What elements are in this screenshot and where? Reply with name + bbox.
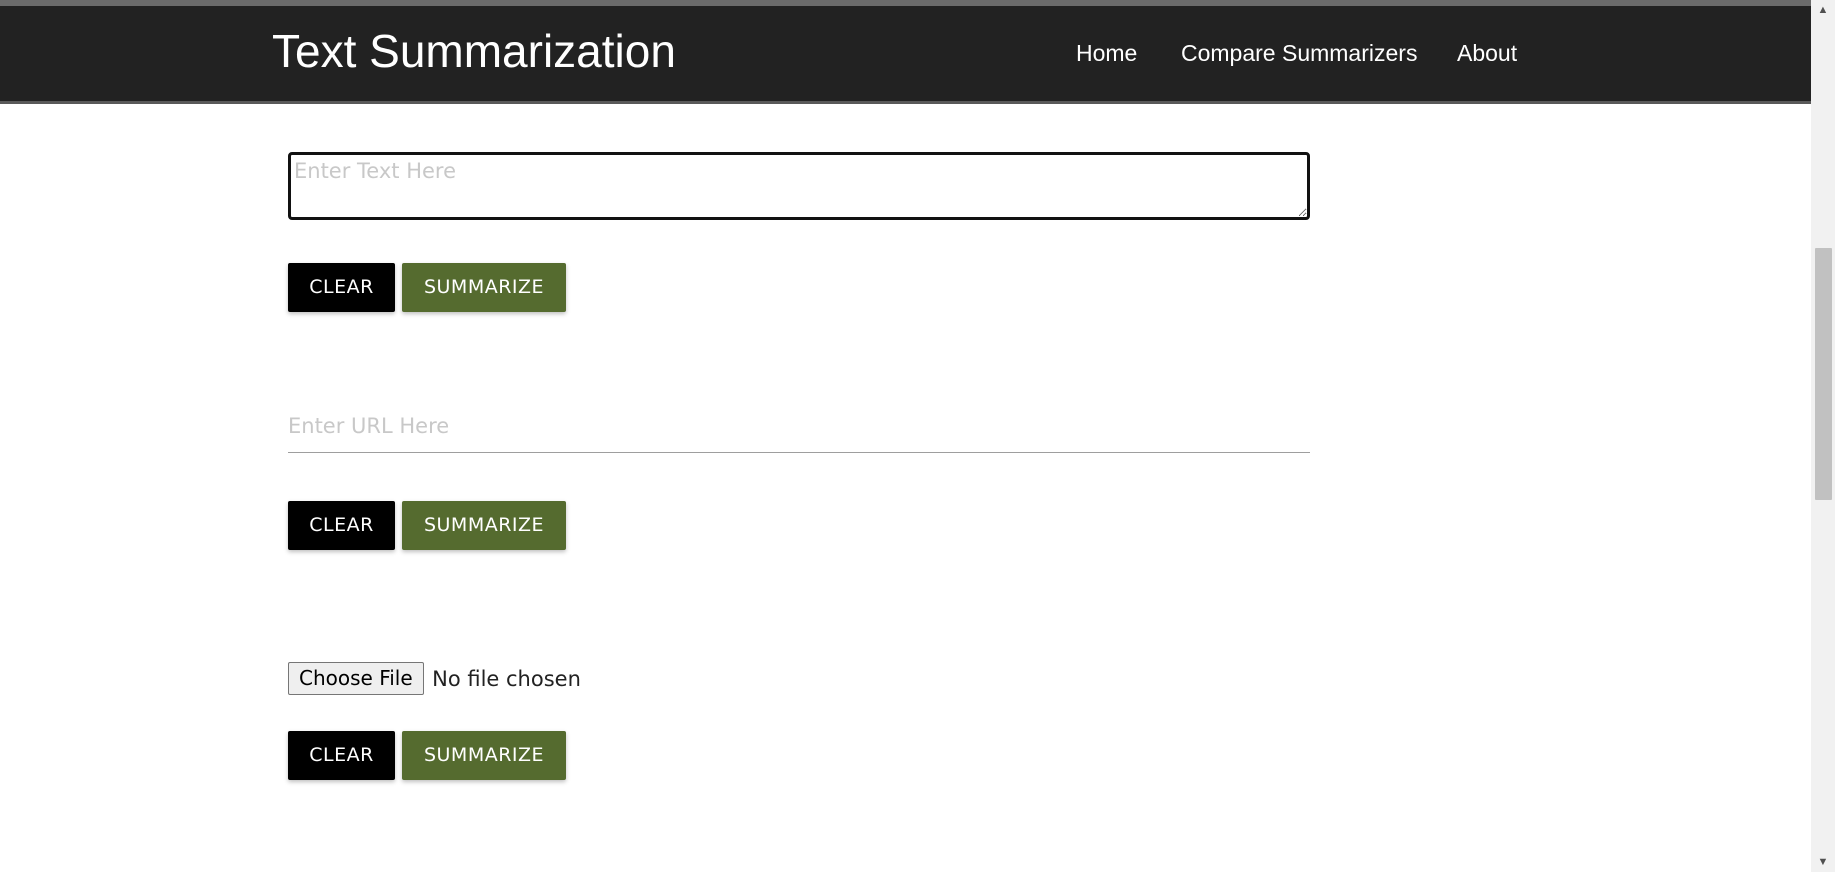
text-summarize-button[interactable]: SUMMARIZE — [402, 263, 566, 312]
nav-home-link[interactable]: Home — [1076, 40, 1137, 67]
text-clear-button[interactable]: CLEAR — [288, 263, 395, 312]
arrow-down-icon[interactable]: ▼ — [1811, 852, 1835, 872]
choose-file-button[interactable]: Choose File — [288, 662, 424, 695]
file-summarize-button[interactable]: SUMMARIZE — [402, 731, 566, 780]
scrollbar-thumb[interactable] — [1815, 248, 1832, 500]
nav-compare-summarizers-link[interactable]: Compare Summarizers — [1181, 40, 1417, 67]
vertical-scrollbar[interactable]: ▲ ▼ — [1811, 0, 1835, 872]
url-summarize-button[interactable]: SUMMARIZE — [402, 501, 566, 550]
text-input[interactable] — [288, 152, 1310, 220]
brand-title[interactable]: Text Summarization — [272, 26, 676, 77]
page: Text Summarization Home Compare Summariz… — [0, 0, 1835, 872]
arrow-up-icon[interactable]: ▲ — [1811, 0, 1835, 20]
file-clear-button[interactable]: CLEAR — [288, 731, 395, 780]
url-clear-button[interactable]: CLEAR — [288, 501, 395, 550]
file-status-text: No file chosen — [432, 666, 581, 691]
file-input: Choose File No file chosen — [288, 662, 581, 697]
url-input[interactable] — [288, 400, 1310, 453]
nav-about-link[interactable]: About — [1457, 40, 1517, 67]
navbar: Text Summarization Home Compare Summariz… — [0, 6, 1811, 104]
